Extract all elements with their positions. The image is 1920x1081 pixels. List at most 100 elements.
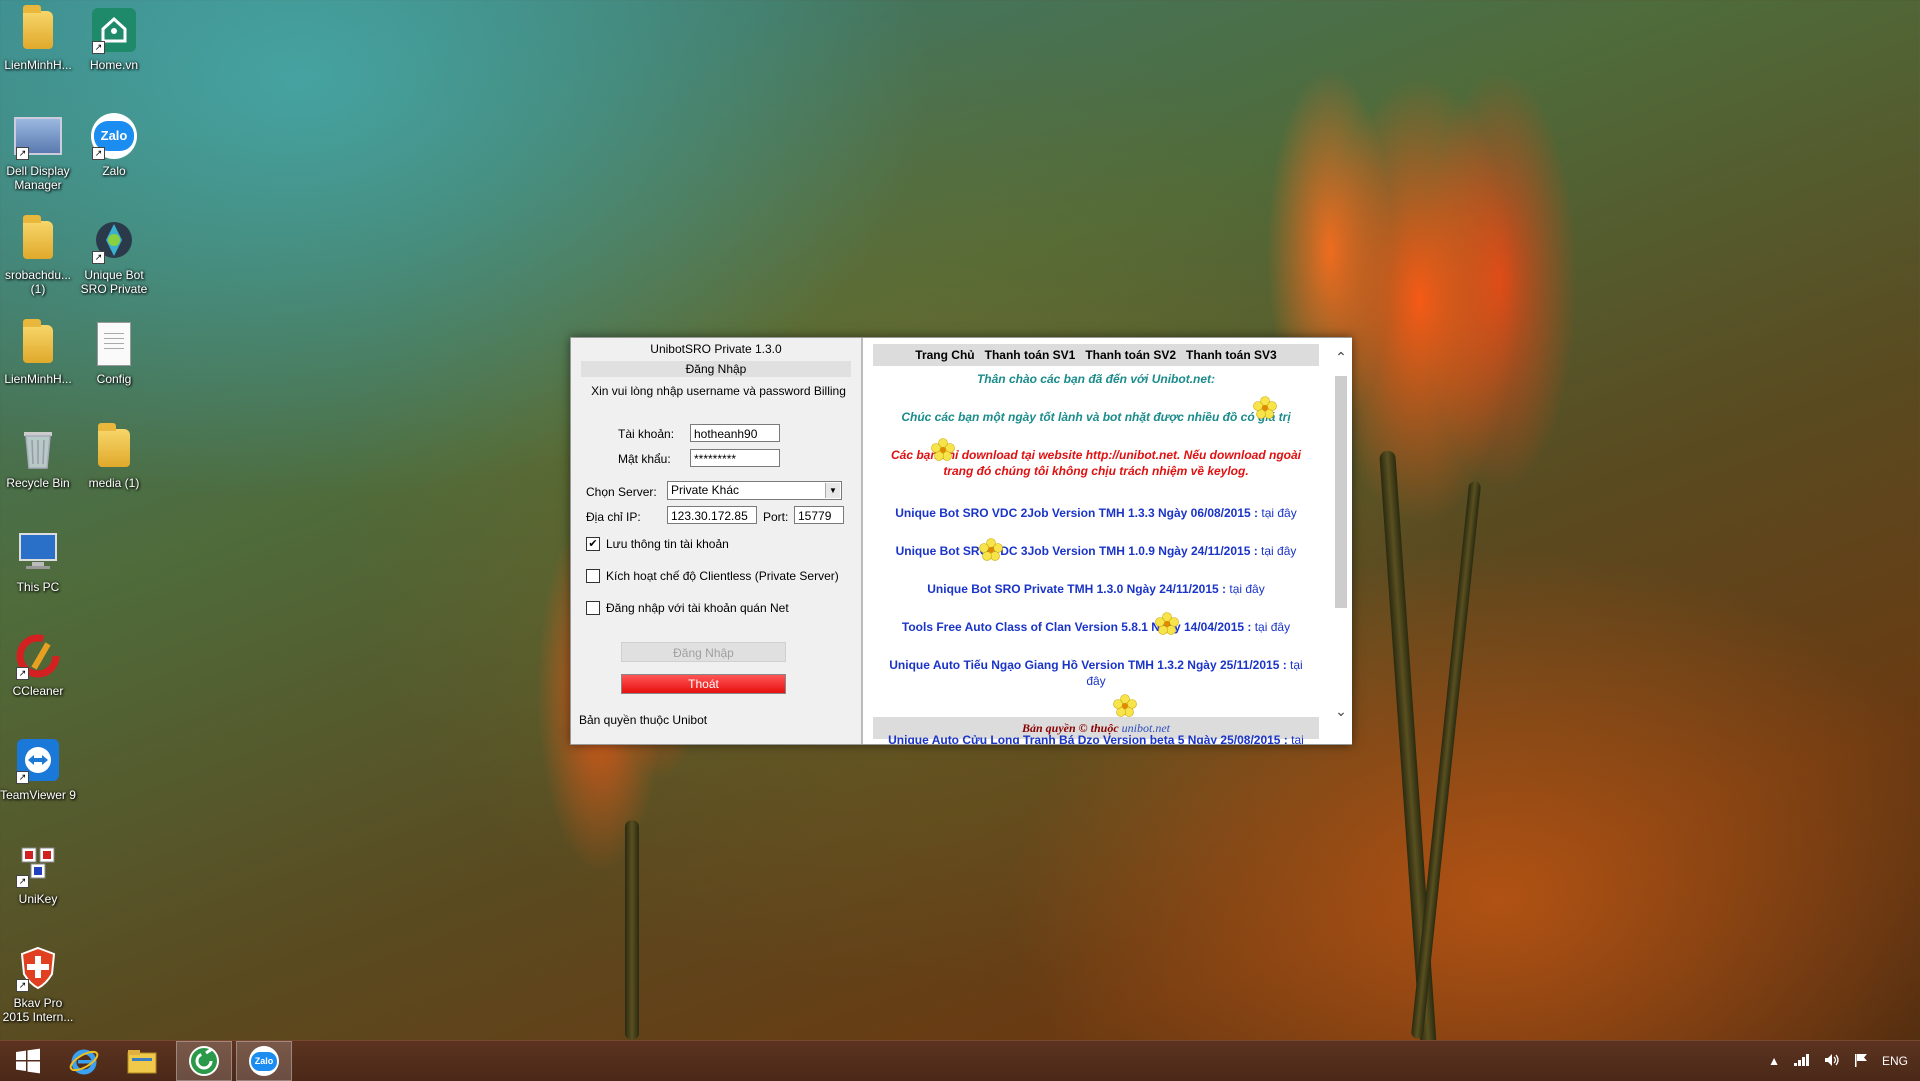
desktop-icon-label: Home.vn: [89, 58, 139, 72]
web-scrollbar[interactable]: ⌃ ⌄: [1330, 338, 1352, 744]
nav-payment-sv2[interactable]: Thanh toán SV2: [1085, 348, 1176, 362]
desktop-icon-bkav[interactable]: ↗ Bkav Pro 2015 Intern...: [0, 944, 76, 1024]
unikey-icon: ↗: [14, 840, 62, 888]
zalo-icon: Zalo ↗: [90, 112, 138, 160]
desktop-icon-label: srobachdu... (1): [4, 268, 72, 296]
desktop-icon-lienminh-2[interactable]: LienMinhH...: [0, 319, 76, 386]
shortcut-arrow-icon: ↗: [16, 147, 29, 160]
net-account-checkbox[interactable]: Đăng nhập với tài khoản quán Net: [586, 601, 789, 615]
desktop-icon-homevn[interactable]: ↗ Home.vn: [76, 6, 152, 72]
ip-input[interactable]: 123.30.172.85: [667, 506, 757, 524]
download-link[interactable]: tại đây: [1255, 620, 1290, 634]
nav-payment-sv3[interactable]: Thanh toán SV3: [1186, 348, 1277, 362]
username-input[interactable]: hotheanh90: [690, 424, 780, 442]
flower-icon: [1253, 396, 1277, 419]
shortcut-arrow-icon: ↗: [92, 147, 105, 160]
home-icon: ↗: [90, 6, 138, 54]
nav-home[interactable]: Trang Chủ: [915, 348, 974, 362]
scroll-up-icon[interactable]: ⌃: [1332, 348, 1350, 366]
shortcut-arrow-icon: ↗: [16, 979, 29, 992]
login-header: Đăng Nhập: [581, 361, 851, 377]
warning-text-2: trang đó chúng tôi không chịu trách nhiệ…: [943, 464, 1249, 478]
web-content: Thân chào các bạn đã đến với Unibot.net:…: [873, 366, 1319, 744]
volume-icon[interactable]: [1824, 1053, 1840, 1070]
flower-icon: [931, 438, 955, 461]
network-signal-icon[interactable]: [1793, 1053, 1810, 1069]
flower-icon: [1113, 694, 1137, 717]
download-link[interactable]: tại: [1290, 658, 1303, 672]
folder-icon: [14, 215, 62, 264]
window-title: UnibotSRO Private 1.3.0: [650, 342, 782, 356]
taskbar-internet-explorer[interactable]: [56, 1041, 112, 1081]
download-link[interactable]: tại đây: [1261, 506, 1296, 520]
login-prompt: Xin vui lòng nhập username và password B…: [591, 384, 846, 398]
show-hidden-icons-icon[interactable]: ▲: [1768, 1054, 1780, 1068]
shortcut-arrow-icon: ↗: [16, 667, 29, 680]
shortcut-arrow-icon: ↗: [92, 41, 105, 54]
flower-icon: [979, 538, 1003, 561]
desktop-icon-label: Config: [96, 372, 132, 386]
web-panel: Trang Chủ Thanh toán SV1 Thanh toán SV2 …: [861, 338, 1352, 744]
save-account-checkbox[interactable]: ✔ Lưu thông tin tài khoản: [586, 537, 729, 551]
chevron-down-icon: ▼: [825, 483, 840, 498]
desktop-icon-this-pc[interactable]: This PC: [0, 528, 76, 594]
login-panel: UnibotSRO Private 1.3.0 Đăng Nhập Xin vu…: [571, 338, 861, 744]
desktop-icon-ccleaner[interactable]: ↗ CCleaner: [0, 632, 76, 698]
taskbar-file-explorer[interactable]: [114, 1041, 170, 1081]
desktop-icon-unique-bot[interactable]: ↗ Unique Bot SRO Private: [76, 216, 152, 296]
folder-icon: [14, 5, 62, 54]
desktop-icon-dell-display-manager[interactable]: ↗ Dell Display Manager: [0, 112, 76, 192]
download-link[interactable]: tại: [1291, 733, 1304, 744]
teamviewer-icon: ↗: [14, 736, 62, 784]
start-button[interactable]: [0, 1041, 56, 1081]
download-item: Tools Free Auto Class of Clan Version 5.…: [901, 620, 1291, 634]
nav-payment-sv1[interactable]: Thanh toán SV1: [985, 348, 1076, 362]
username-label: Tài khoản:: [618, 427, 675, 441]
download-item: Unique Auto Tiếu Ngạo Giang Hồ Version T…: [889, 658, 1303, 672]
desktop-icon-unikey[interactable]: ↗ UniKey: [0, 840, 76, 906]
action-center-flag-icon[interactable]: [1854, 1053, 1868, 1070]
shortcut-arrow-icon: ↗: [16, 875, 29, 888]
language-indicator[interactable]: ENG: [1882, 1054, 1908, 1068]
server-label: Chọn Server:: [586, 485, 657, 499]
login-button[interactable]: Đăng Nhập: [621, 642, 786, 662]
desktop-icon-config[interactable]: Config: [76, 320, 152, 386]
web-nav: Trang Chủ Thanh toán SV1 Thanh toán SV2 …: [873, 344, 1319, 366]
windows-logo-icon: [16, 1048, 40, 1074]
unique-bot-icon: ↗: [90, 216, 138, 264]
port-input[interactable]: 15779: [794, 506, 844, 524]
unibot-app-icon: [189, 1046, 219, 1076]
checkbox-checked-icon: ✔: [586, 537, 600, 551]
desktop-icon-srobachdu[interactable]: srobachdu... (1): [0, 215, 76, 296]
copyright-text: Bản quyền thuộc Unibot: [579, 713, 708, 727]
password-input[interactable]: *********: [690, 449, 780, 467]
monitor-icon: ↗: [14, 112, 62, 160]
download-item: Unique Bot SRO VDC 3Job Version TMH 1.0.…: [895, 544, 1297, 558]
desktop-icon-recycle-bin[interactable]: Recycle Bin: [0, 424, 76, 490]
exit-button[interactable]: Thoát: [621, 674, 786, 694]
folder-icon: [14, 319, 62, 368]
desktop-icon-lienminh-1[interactable]: LienMinhH...: [0, 5, 76, 72]
scroll-down-icon[interactable]: ⌄: [1332, 702, 1350, 720]
bkav-shield-icon: ↗: [14, 944, 62, 992]
wallpaper-stem: [625, 820, 639, 1040]
text-file-icon: [90, 320, 138, 368]
taskbar-unibot[interactable]: [176, 1041, 232, 1081]
desktop-icon-label: LienMinhH...: [4, 58, 72, 72]
clientless-checkbox[interactable]: Kích hoạt chế độ Clientless (Private Ser…: [586, 569, 839, 583]
download-item: Unique Auto Cửu Long Tranh Bá Dzo Versio…: [873, 733, 1319, 744]
server-select[interactable]: Private Khác ▼: [667, 481, 842, 500]
scroll-thumb[interactable]: [1335, 376, 1347, 608]
shortcut-arrow-icon: ↗: [92, 251, 105, 264]
flower-icon: [1155, 612, 1179, 635]
desktop-icon-media[interactable]: media (1): [76, 423, 152, 490]
taskbar-zalo[interactable]: Zalo: [236, 1041, 292, 1081]
welcome-text: Thân chào các bạn đã đến với Unibot.net:: [976, 372, 1216, 386]
net-account-label: Đăng nhập với tài khoản quán Net: [606, 601, 789, 615]
download-link[interactable]: tại đây: [1261, 544, 1296, 558]
desktop-icon-teamviewer[interactable]: ↗ TeamViewer 9: [0, 736, 76, 802]
zalo-taskbar-icon: Zalo: [249, 1046, 279, 1076]
download-link[interactable]: tại đây: [1229, 582, 1264, 596]
download-link[interactable]: đây: [1086, 674, 1105, 688]
desktop-icon-zalo[interactable]: Zalo ↗ Zalo: [76, 112, 152, 178]
